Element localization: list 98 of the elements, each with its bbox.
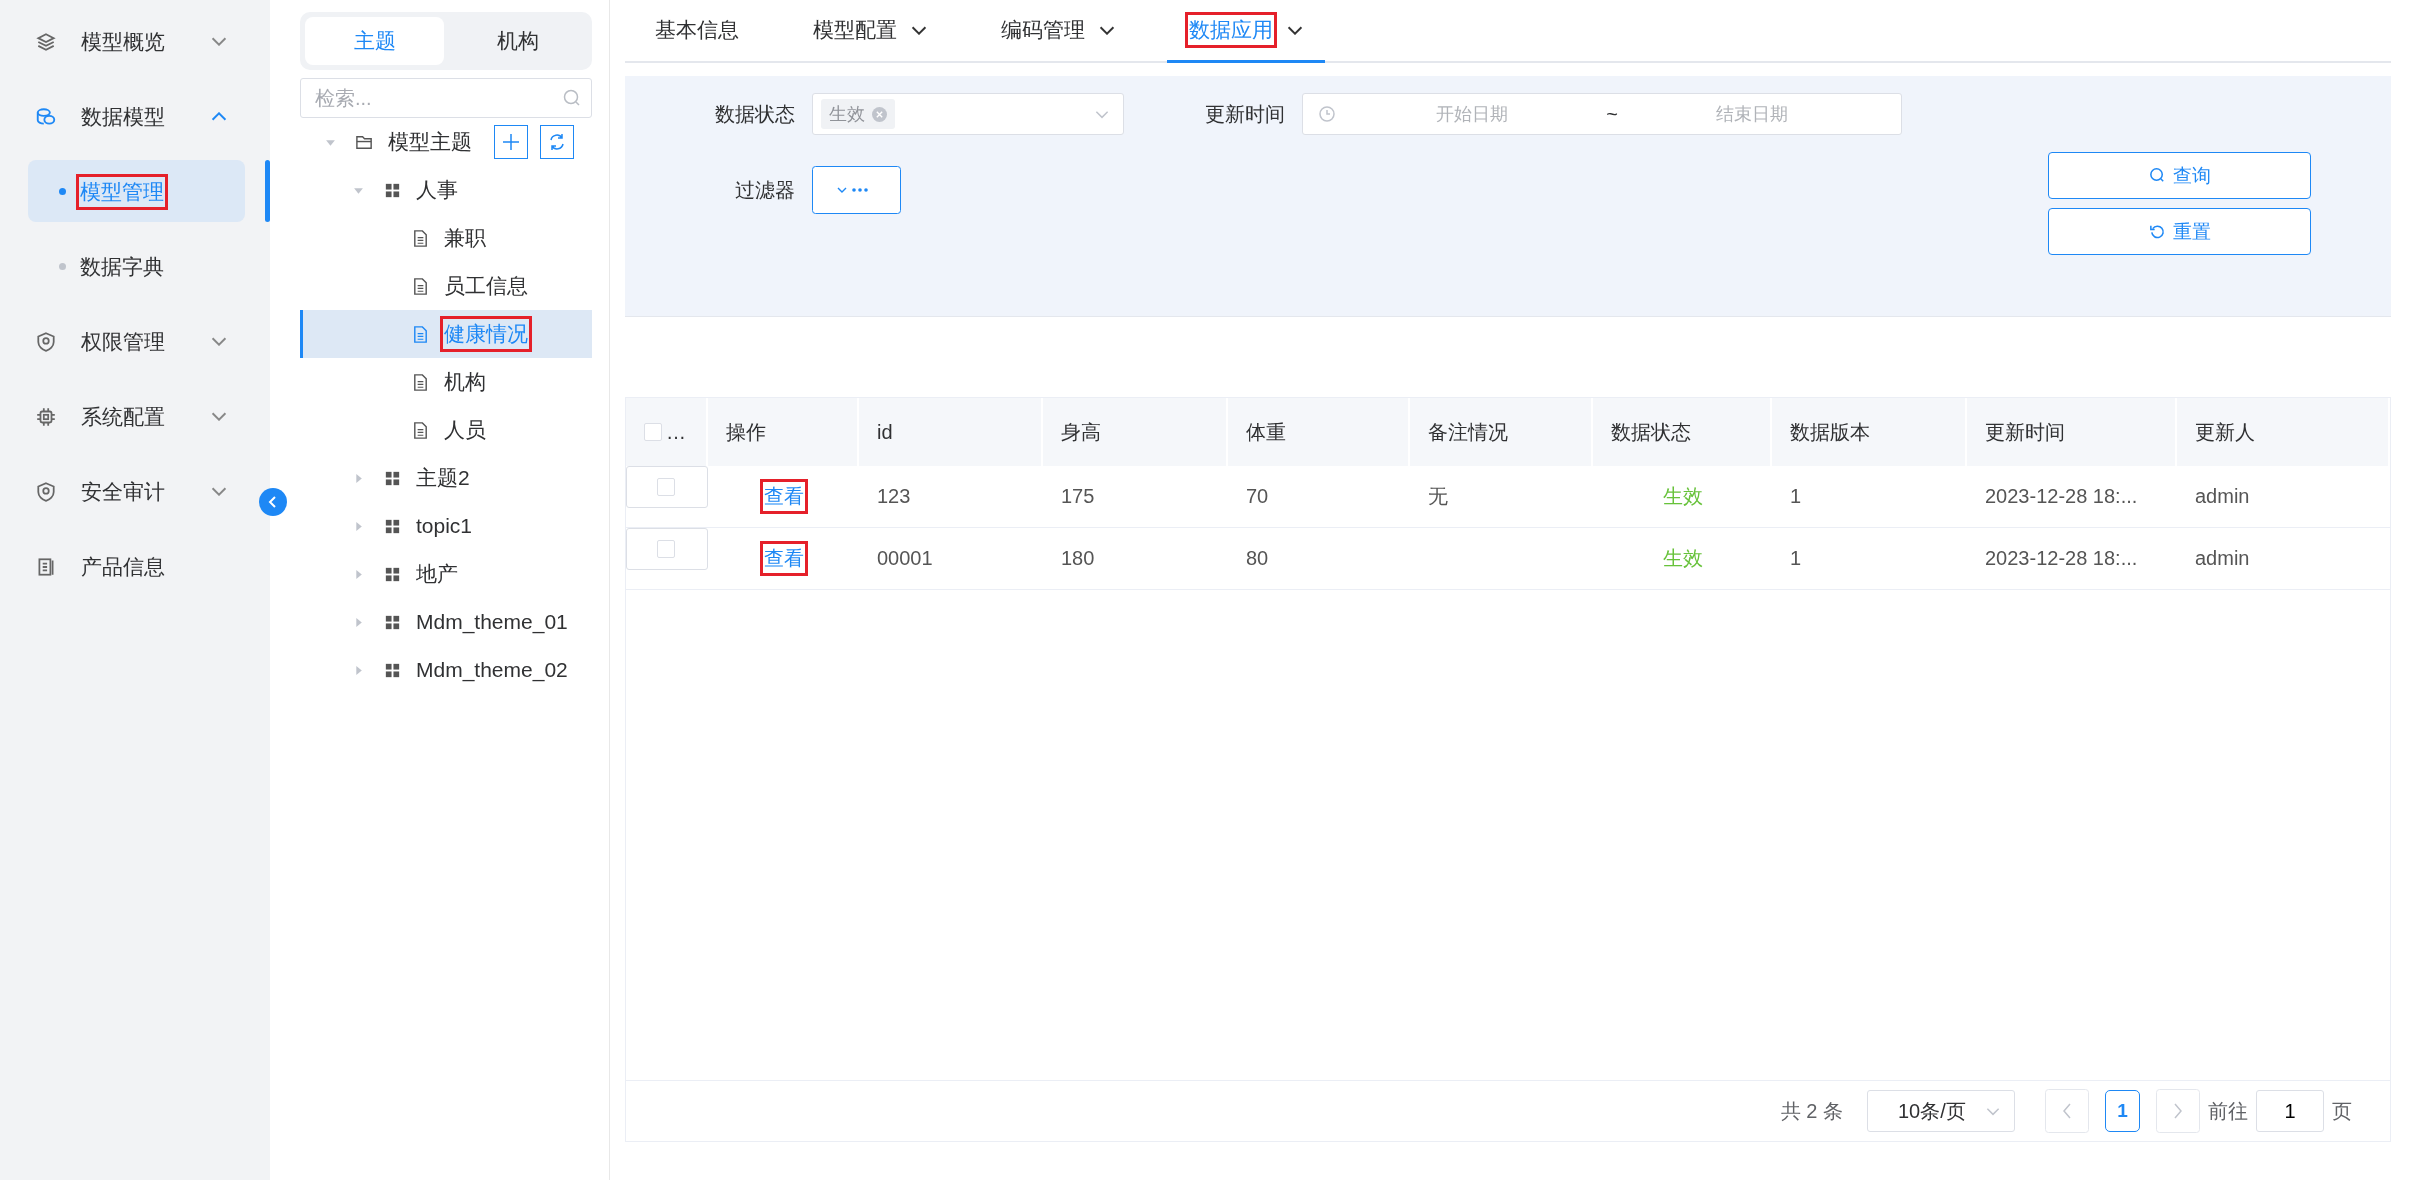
page-input[interactable]: 1 — [2256, 1090, 2324, 1132]
column-header: 备注情况 — [1428, 419, 1508, 445]
table-cell-text: 无 — [1428, 484, 1448, 509]
sidebar-subitem[interactable]: 数据字典 — [0, 229, 270, 304]
shield-icon — [35, 480, 57, 503]
date-range-field[interactable]: 开始日期 ~ 结束日期 — [1302, 93, 1902, 135]
add-button[interactable] — [494, 125, 528, 159]
refresh-button[interactable] — [540, 125, 574, 159]
tree-node[interactable]: 模型主题 — [300, 118, 592, 166]
tab[interactable]: 模型配置 — [791, 0, 949, 63]
page-size-select[interactable]: 10条/页 — [1867, 1090, 2015, 1132]
reset-button[interactable]: 重置 — [2048, 208, 2311, 255]
next-page-button[interactable] — [2156, 1089, 2200, 1133]
field-label: 数据状态 — [714, 101, 795, 127]
tree-node[interactable]: 员工信息 — [300, 262, 592, 310]
tree-node[interactable]: Mdm_theme_02 — [300, 646, 592, 694]
column-header: 数据版本 — [1790, 419, 1870, 445]
table-cell: 123 — [877, 485, 911, 508]
checkbox[interactable] — [644, 423, 662, 441]
tree-node[interactable]: 兼职 — [300, 214, 592, 262]
tree-node[interactable]: 人事 — [300, 166, 592, 214]
chevron-icon — [211, 337, 227, 346]
table-cell: 2023-12-28 18:... — [1985, 485, 2138, 508]
checkbox[interactable] — [657, 478, 675, 496]
document-icon — [411, 228, 430, 248]
column-header: 操作 — [726, 419, 766, 445]
document-icon — [411, 324, 430, 344]
tree-node[interactable]: Mdm_theme_01 — [300, 598, 592, 646]
table-cell: 1 — [1790, 485, 1802, 508]
sidebar-item[interactable]: 安全审计 — [0, 454, 270, 529]
chip-icon — [35, 405, 57, 428]
table-cell-text: 生效 — [1662, 546, 1703, 571]
previous-page-button[interactable] — [2045, 1089, 2089, 1133]
chevron-icon — [211, 37, 227, 46]
start-date-field[interactable]: 开始日期 — [1337, 102, 1607, 126]
column-header: 数据状态 — [1611, 419, 1691, 445]
filter-button[interactable] — [812, 166, 901, 214]
caret-icon — [353, 472, 364, 484]
status-tag: 生效 — [821, 99, 895, 129]
column-header: … — [666, 420, 686, 444]
table-cell-text: 生效 — [1662, 484, 1703, 509]
sidebar-item[interactable]: 模型概览 — [0, 4, 270, 79]
table-cell: admin — [2195, 485, 2250, 508]
table-cell: 00001 — [877, 547, 933, 570]
sidebar-item[interactable]: 系统配置 — [0, 379, 270, 454]
range-separator: ~ — [1606, 102, 1618, 126]
chevron-icon — [211, 412, 227, 421]
table-cell: 80 — [1246, 547, 1269, 570]
chevron-icon — [211, 487, 227, 496]
caret-icon — [353, 520, 364, 532]
goto-label: 前往 — [2208, 1098, 2248, 1124]
clock-icon — [1317, 104, 1337, 124]
search-field[interactable]: 检索... — [300, 78, 592, 118]
tree-node[interactable]: 机构 — [300, 358, 592, 406]
tab[interactable]: 基本信息 — [633, 0, 761, 63]
table-cell: 180 — [1061, 547, 1095, 570]
column-header: id — [877, 420, 893, 444]
caret-icon — [353, 568, 364, 580]
caret-icon — [353, 664, 364, 676]
tree-tab[interactable]: 主题 — [305, 17, 444, 65]
chevron-icon — [211, 112, 227, 121]
checkbox[interactable] — [657, 540, 675, 558]
tree-node[interactable]: 主题2 — [300, 454, 592, 502]
end-date-field[interactable]: 结束日期 — [1617, 102, 1887, 126]
table-cell: 70 — [1246, 485, 1269, 508]
sidebar-item[interactable]: 产品信息 — [0, 529, 270, 604]
tab[interactable]: 编码管理 — [979, 0, 1137, 63]
document-icon — [411, 420, 430, 440]
column-header: 身高 — [1061, 419, 1101, 445]
column-header: 更新时间 — [1985, 419, 2065, 445]
sidebar-item[interactable]: 数据模型 — [0, 79, 270, 154]
column-header: 体重 — [1246, 419, 1286, 445]
document-icon — [411, 372, 430, 392]
table-cell: 2023-12-28 18:... — [1985, 547, 2138, 570]
close-icon[interactable] — [872, 106, 887, 122]
tree-node[interactable]: 地产 — [300, 550, 592, 598]
sidebar-item[interactable]: 权限管理 — [0, 304, 270, 379]
page-unit: 页 — [2332, 1098, 2352, 1124]
document-icon — [411, 276, 430, 296]
tree-node[interactable]: topic1 — [300, 502, 592, 550]
refresh-icon — [2148, 222, 2167, 241]
table-cell: 175 — [1061, 485, 1095, 508]
field-label: 更新时间 — [1204, 101, 1285, 127]
page-button[interactable]: 1 — [2105, 1090, 2140, 1132]
column-header: 更新人 — [2195, 419, 2255, 445]
search-icon — [2148, 166, 2167, 185]
table-cell: 1 — [1790, 547, 1802, 570]
field-label: 过滤器 — [734, 177, 795, 203]
tab[interactable]: 数据应用 — [1167, 0, 1325, 63]
caret-icon — [353, 616, 364, 628]
shield-icon — [35, 330, 57, 353]
table-cell: admin — [2195, 547, 2250, 570]
collapse-button[interactable] — [259, 488, 287, 516]
tree-tab[interactable]: 机构 — [448, 17, 587, 65]
search-icon — [562, 88, 582, 108]
total-count: 共 2 条 — [1780, 1098, 1843, 1124]
tree-node[interactable]: 人员 — [300, 406, 592, 454]
query-button[interactable]: 查询 — [2048, 152, 2311, 199]
